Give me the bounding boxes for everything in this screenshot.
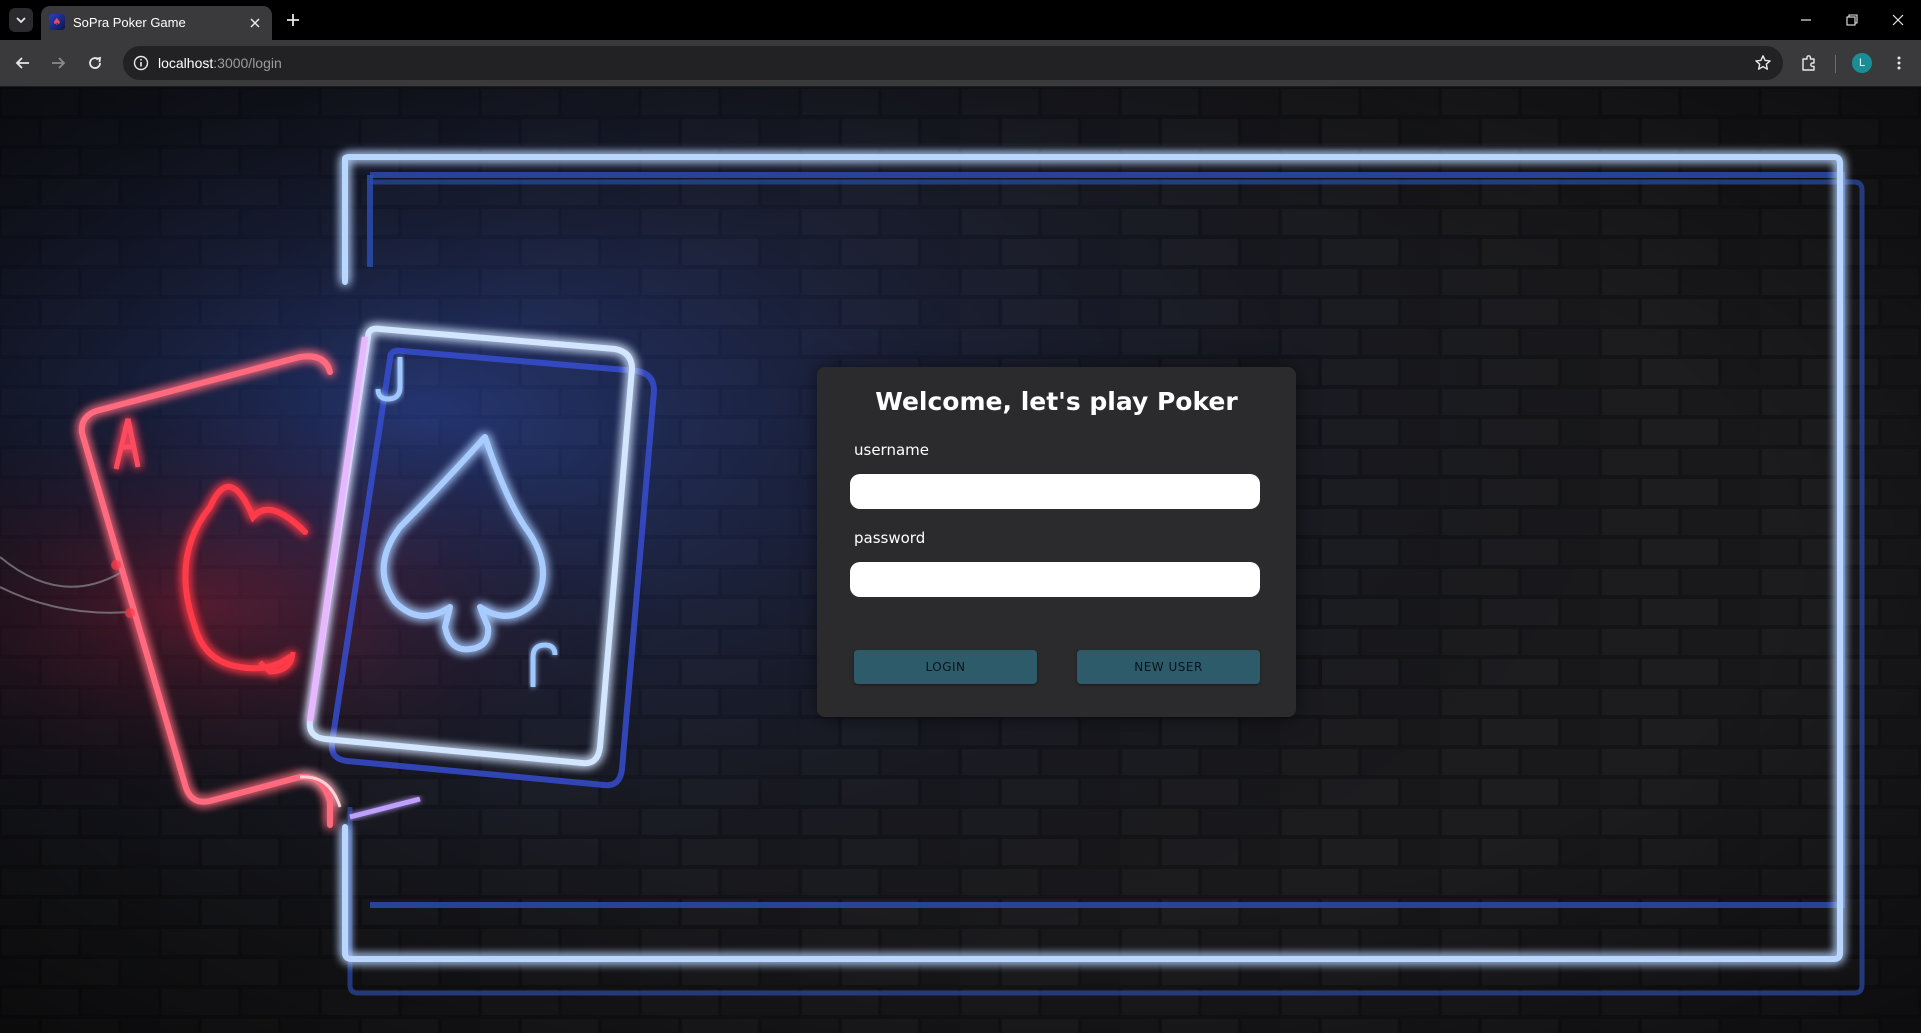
- browser-tab-active[interactable]: ♠ SoPra Poker Game: [41, 6, 272, 40]
- password-input[interactable]: [850, 562, 1260, 597]
- reload-button[interactable]: [82, 50, 108, 76]
- window-close-button[interactable]: [1875, 0, 1921, 40]
- toolbar-divider: [1835, 55, 1836, 73]
- kebab-menu-icon: [1897, 56, 1901, 70]
- reload-icon: [89, 56, 102, 69]
- extensions-button[interactable]: [1796, 50, 1822, 76]
- url-host: localhost: [158, 55, 214, 71]
- minimize-icon: [1801, 19, 1811, 21]
- favicon-icon: ♠: [49, 14, 65, 30]
- plus-icon: [287, 14, 299, 26]
- browser-toolbar: localhost:3000/login L: [0, 40, 1921, 87]
- star-icon: [1755, 55, 1771, 70]
- url-path: :3000/login: [213, 55, 282, 71]
- username-label: username: [854, 441, 929, 459]
- page-viewport: Welcome, let's play Poker username passw…: [0, 87, 1921, 1033]
- tab-search-button[interactable]: [9, 8, 33, 32]
- info-icon: [133, 55, 149, 71]
- restore-icon: [1846, 14, 1858, 26]
- username-input[interactable]: [850, 474, 1260, 509]
- password-label: password: [854, 529, 926, 547]
- site-info-button[interactable]: [132, 54, 150, 72]
- forward-button[interactable]: [45, 50, 71, 76]
- new-user-button[interactable]: NEW USER: [1077, 650, 1260, 684]
- tab-close-button[interactable]: [246, 14, 264, 32]
- login-card: Welcome, let's play Poker username passw…: [817, 367, 1296, 717]
- close-icon: [1892, 14, 1904, 26]
- new-tab-button[interactable]: [282, 9, 304, 31]
- puzzle-icon: [1802, 55, 1815, 71]
- address-bar[interactable]: localhost:3000/login: [123, 46, 1783, 80]
- login-button[interactable]: LOGIN: [854, 650, 1037, 684]
- close-icon: [250, 18, 260, 28]
- minimize-button[interactable]: [1783, 0, 1829, 40]
- browser-menu-button[interactable]: [1886, 50, 1912, 76]
- url-text: localhost:3000/login: [158, 55, 282, 71]
- login-title: Welcome, let's play Poker: [875, 387, 1238, 416]
- tab-title: SoPra Poker Game: [73, 15, 186, 30]
- back-button[interactable]: [10, 50, 36, 76]
- chevron-down-icon: [16, 17, 26, 24]
- bookmark-button[interactable]: [1753, 53, 1773, 73]
- arrow-right-icon: [52, 57, 66, 69]
- arrow-left-icon: [15, 57, 29, 69]
- browser-tab-strip: ♠ SoPra Poker Game: [0, 0, 1921, 40]
- profile-avatar[interactable]: L: [1852, 53, 1872, 73]
- restore-button[interactable]: [1829, 0, 1875, 40]
